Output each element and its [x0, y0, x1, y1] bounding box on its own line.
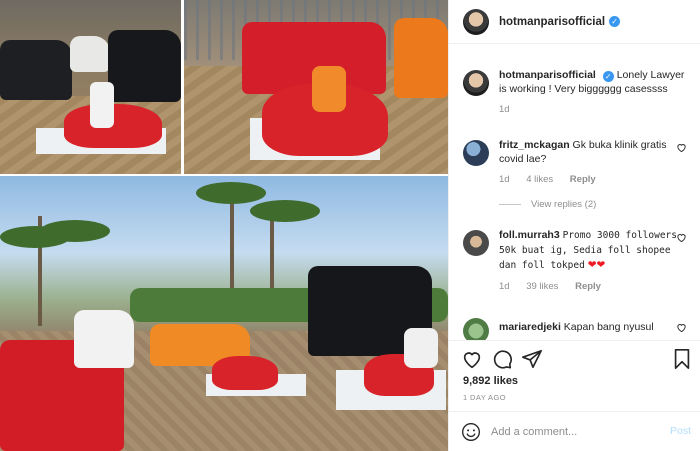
person	[404, 328, 438, 368]
avatar[interactable]	[463, 230, 489, 256]
verified-badge-icon: ✓	[602, 71, 614, 82]
post-username[interactable]: hotmanparisofficial	[499, 16, 605, 28]
comment-list[interactable]: hotmanparisofficial ✓ Lonely Lawyer is w…	[449, 60, 700, 340]
post-comment-button[interactable]: Post	[670, 425, 691, 437]
comment-meta: 1d 39 likes Reply	[499, 281, 689, 292]
avatar[interactable]	[463, 70, 489, 96]
likes-count[interactable]: 9,892 likes	[463, 375, 518, 387]
view-replies-label: View replies (2)	[531, 199, 597, 210]
heart-emoji: ❤❤	[587, 259, 606, 271]
black-suv	[0, 40, 72, 100]
post-actions: 9,892 likes 1 DAY AGO Post	[449, 340, 700, 451]
palm-frond	[196, 182, 266, 204]
comment-meta: 1d 4 likes Reply	[499, 174, 689, 185]
like-heart-icon[interactable]	[676, 232, 687, 243]
caption-body: hotmanparisofficial ✓ Lonely Lawyer is w…	[499, 62, 689, 96]
like-heart-icon[interactable]	[461, 348, 483, 370]
photo-tile-2	[184, 0, 448, 176]
comment-body: foll.murrah3 Promo 3000 followers 50k bu…	[499, 222, 689, 273]
post-photo[interactable]	[0, 0, 448, 451]
photo-tile-3	[0, 176, 448, 451]
caption-username[interactable]: hotmanparisofficial	[499, 69, 596, 81]
person	[312, 66, 346, 112]
post-header: hotmanparisofficial ✓	[449, 0, 700, 44]
comment-username[interactable]: mariaredjeki	[499, 321, 561, 333]
post-time[interactable]: 1 DAY AGO	[463, 393, 506, 402]
like-heart-icon[interactable]	[676, 142, 687, 153]
caption-meta: 1d	[499, 104, 689, 115]
add-comment-bar: Post	[449, 411, 700, 451]
comment-text: Kapan bang nyusul	[563, 321, 654, 333]
caption: hotmanparisofficial ✓ Lonely Lawyer is w…	[463, 62, 689, 115]
comment-username[interactable]: foll.murrah3	[499, 229, 560, 241]
avatar[interactable]	[463, 8, 489, 35]
black-suv-2	[108, 30, 181, 102]
comment-body: fritz_mckagan Gk buka klinik gratis covi…	[499, 132, 689, 166]
comment-likes[interactable]: 4 likes	[526, 174, 553, 185]
comment-likes[interactable]: 39 likes	[526, 281, 558, 292]
white-car	[70, 36, 110, 72]
avatar[interactable]	[463, 140, 489, 166]
comment-input[interactable]	[491, 420, 651, 444]
photo-tile-1	[0, 0, 181, 176]
comment-time[interactable]: 1d	[499, 281, 510, 292]
like-heart-icon[interactable]	[676, 322, 687, 333]
white-car	[74, 310, 134, 368]
emoji-smile-icon[interactable]	[461, 422, 481, 442]
comment-bubble-icon[interactable]	[491, 348, 513, 370]
caption-time[interactable]: 1d	[499, 104, 510, 115]
person	[90, 82, 114, 128]
list-item: fritz_mckagan Gk buka klinik gratis covi…	[463, 132, 689, 210]
post-side-panel: hotmanparisofficial ✓ hotmanparisofficia…	[448, 0, 700, 451]
comment-time[interactable]: 1d	[499, 174, 510, 185]
share-send-icon[interactable]	[521, 348, 543, 370]
list-item: foll.murrah3 Promo 3000 followers 50k bu…	[463, 222, 689, 292]
divider	[499, 204, 521, 205]
palm-frond	[250, 200, 320, 222]
orange-sports-car	[394, 18, 448, 98]
comment-body: mariaredjeki Kapan bang nyusul	[499, 316, 689, 334]
red-beanbag	[212, 356, 278, 390]
palm-frond	[40, 220, 110, 242]
list-item: mariaredjeki Kapan bang nyusul	[463, 316, 689, 340]
avatar[interactable]	[463, 318, 489, 340]
view-replies-button[interactable]: View replies (2)	[499, 199, 689, 210]
reply-button[interactable]: Reply	[575, 281, 601, 292]
bookmark-icon[interactable]	[671, 348, 693, 370]
comment-username[interactable]: fritz_mckagan	[499, 139, 570, 151]
reply-button[interactable]: Reply	[570, 174, 596, 185]
verified-badge-icon: ✓	[609, 16, 621, 27]
